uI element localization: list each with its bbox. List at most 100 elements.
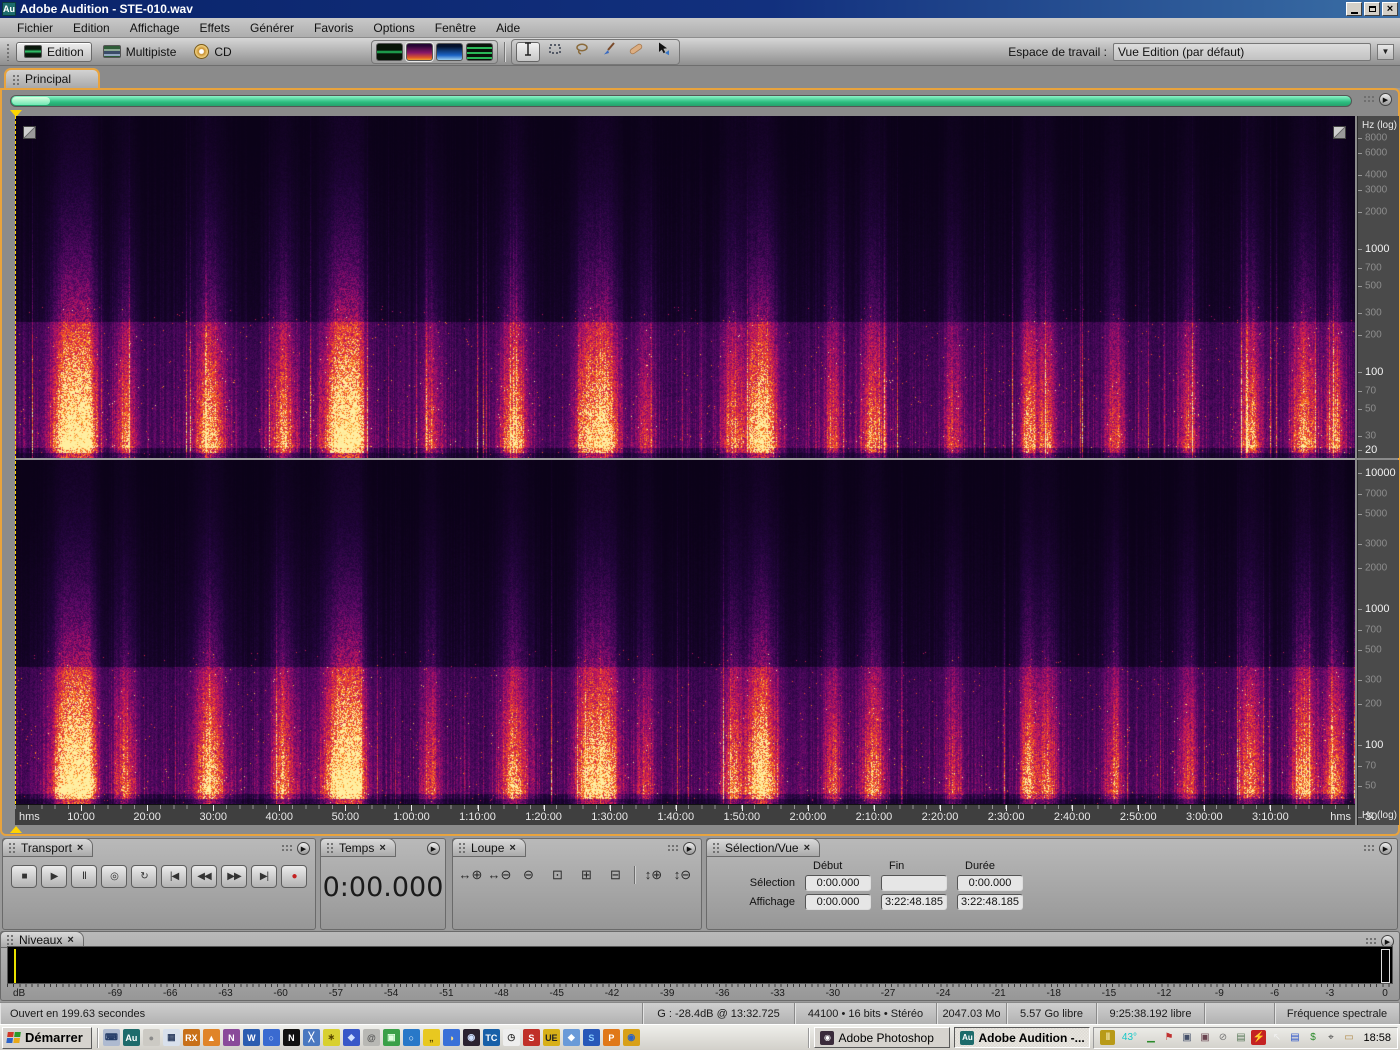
s-wave-shortcut-icon[interactable]: S: [582, 1029, 600, 1046]
currency-monitor-icon[interactable]: $: [1305, 1030, 1320, 1045]
clock-app-shortcut-icon[interactable]: ◷: [502, 1029, 520, 1046]
network-disconnected-2-icon[interactable]: ▣: [1197, 1030, 1212, 1045]
selection-vue-close-icon[interactable]: ×: [804, 842, 810, 854]
green-app-shortcut-icon[interactable]: ▣: [382, 1029, 400, 1046]
start-button[interactable]: Démarrer: [2, 1026, 92, 1049]
messenger-shortcut-icon[interactable]: ◆: [562, 1029, 580, 1046]
menu-options[interactable]: Options: [364, 19, 423, 37]
cursor-tool-icon[interactable]: ↖: [1269, 1030, 1284, 1045]
spectral-phase-view-button[interactable]: [465, 42, 493, 61]
tab-principal[interactable]: Principal: [4, 68, 100, 88]
workspace-dropdown-arrow-icon[interactable]: ▼: [1377, 43, 1394, 60]
audition-shortcut-icon[interactable]: Au: [122, 1029, 140, 1046]
diamond-shortcut-icon[interactable]: ◆: [342, 1029, 360, 1046]
selection-vue-panel-tab[interactable]: Sélection/Vue ×: [706, 838, 821, 857]
menu-affichage[interactable]: Affichage: [121, 19, 189, 37]
word-shortcut-icon[interactable]: W: [242, 1029, 260, 1046]
scanner-icon[interactable]: ▤: [1233, 1030, 1248, 1045]
menu-edition[interactable]: Edition: [64, 19, 119, 37]
spectral-frequency-view-button[interactable]: [404, 41, 434, 62]
level-meter[interactable]: [7, 946, 1393, 984]
temps-menu-button[interactable]: ▶: [427, 842, 440, 855]
spectrogram-right-channel[interactable]: [15, 460, 1355, 804]
mode-button-multipiste[interactable]: Multipiste: [96, 43, 184, 61]
close-button[interactable]: ×: [1382, 2, 1398, 16]
menu-fichier[interactable]: Fichier: [8, 19, 62, 37]
frequency-scale-left-channel[interactable]: 8000 6000 4000 3000 2000 1000 700 500 300 200 100 7…: [1357, 116, 1399, 458]
transport-play-looped-button[interactable]: ↻: [131, 865, 157, 888]
time-ruler[interactable]: hms hms 10:00 20:00 30:00 40:00 50:00 1:00:00 1:…: [15, 804, 1355, 825]
scale-handle-left-icon[interactable]: [23, 126, 36, 139]
zoom-out-full-button[interactable]: ⊖: [515, 864, 542, 886]
zoom-in-horizontal-button[interactable]: ↔⊕: [457, 864, 484, 886]
minimize-button[interactable]: [1346, 2, 1362, 16]
transport-play-button[interactable]: ▶: [41, 865, 67, 888]
menu-effets[interactable]: Effets: [191, 19, 239, 37]
tool-shortcut-icon[interactable]: ╳: [302, 1029, 320, 1046]
spot-healing-brush-tool-button[interactable]: [624, 42, 648, 62]
selection-debut-field[interactable]: 0:00.000: [805, 875, 871, 891]
transport-fast-forward-button[interactable]: ▶▶: [221, 865, 247, 888]
affichage-fin-field[interactable]: 3:22:48.185: [881, 894, 947, 910]
orange-app-shortcut-icon[interactable]: ▲: [202, 1029, 220, 1046]
media-player-shortcut-icon[interactable]: ◉: [622, 1029, 640, 1046]
spectral-display[interactable]: hms hms 10:00 20:00 30:00 40:00 50:00 1:00:00 1:…: [15, 116, 1355, 825]
flag-icon[interactable]: ⚑: [1161, 1030, 1176, 1045]
planet-browser-shortcut-icon[interactable]: ○: [262, 1029, 280, 1046]
time-selection-tool-button[interactable]: [515, 41, 540, 62]
burst-shortcut-icon[interactable]: ∗: [322, 1029, 340, 1046]
spectrogram-left-channel[interactable]: [15, 116, 1355, 458]
keyboard-shortcut-icon[interactable]: ⌨: [102, 1029, 120, 1046]
scrub-tool-button[interactable]: [651, 42, 675, 62]
transport-menu-button[interactable]: ▶: [297, 842, 310, 855]
globe-shortcut-icon[interactable]: ○: [402, 1029, 420, 1046]
loupe-panel-tab[interactable]: Loupe ×: [452, 838, 526, 857]
power-alert-icon[interactable]: ⚡: [1251, 1030, 1267, 1045]
frequency-scale-right-channel[interactable]: 10000 7000 5000 3000 2000 1000 700 500 300 200 100…: [1357, 460, 1399, 825]
menu-favoris[interactable]: Favoris: [305, 19, 362, 37]
playhead-marker-bottom[interactable]: [10, 826, 22, 833]
waveform-view-button[interactable]: [375, 42, 403, 61]
zoom-out-vertical-button[interactable]: ↕⊖: [669, 864, 696, 886]
marquee-selection-tool-button[interactable]: [543, 42, 567, 62]
mode-button-edition[interactable]: Edition: [16, 41, 92, 62]
ue-shortcut-icon[interactable]: UE: [542, 1029, 560, 1046]
calculator-shortcut-icon[interactable]: ▦: [162, 1029, 180, 1046]
affichage-debut-field[interactable]: 0:00.000: [805, 894, 871, 910]
blocked-device-icon[interactable]: ⊘: [1215, 1030, 1230, 1045]
transport-close-icon[interactable]: ×: [77, 842, 83, 854]
onenote-shortcut-icon[interactable]: N: [222, 1029, 240, 1046]
panel-menu-button[interactable]: ▶: [1379, 93, 1392, 106]
ball-shortcut-icon[interactable]: ◑: [442, 1029, 460, 1046]
affichage-duree-field[interactable]: 3:22:48.185: [957, 894, 1023, 910]
selection-vue-menu-button[interactable]: ▶: [1379, 842, 1392, 855]
restore-button[interactable]: [1364, 2, 1380, 16]
photoshop-eye-shortcut-icon[interactable]: ◉: [462, 1029, 480, 1046]
loupe-close-icon[interactable]: ×: [509, 842, 515, 854]
spectral-pan-view-button[interactable]: [435, 42, 463, 61]
netscape-shortcut-icon[interactable]: N: [282, 1029, 300, 1046]
transport-go-to-beginning-button[interactable]: |◀: [161, 865, 187, 888]
at-circle-shortcut-icon[interactable]: @: [362, 1029, 380, 1046]
transport-record-button[interactable]: ●: [281, 865, 307, 888]
mode-button-cd[interactable]: CD: [187, 42, 238, 61]
zoom-selection-left-edge-button[interactable]: ⊞: [573, 864, 600, 886]
mouse-settings-icon[interactable]: ⌖: [1323, 1030, 1338, 1045]
selection-duree-field[interactable]: 0:00.000: [957, 875, 1023, 891]
lasso-selection-tool-button[interactable]: [570, 42, 594, 62]
zoom-out-horizontal-button[interactable]: ↔⊖: [486, 864, 513, 886]
zoom-in-vertical-button[interactable]: ↕⊕: [640, 864, 667, 886]
minimized-strip-icon[interactable]: ▁: [1143, 1030, 1158, 1045]
temps-panel-tab[interactable]: Temps ×: [320, 838, 396, 857]
transport-pause-button[interactable]: Ⅱ: [71, 865, 97, 888]
quote-shortcut-icon[interactable]: „: [422, 1029, 440, 1046]
workspace-select[interactable]: Vue Edition (par défaut): [1113, 42, 1371, 61]
task-adobe-audition[interactable]: Au Adobe Audition -...: [954, 1027, 1091, 1048]
menu-generer[interactable]: Générer: [241, 19, 303, 37]
transport-stop-button[interactable]: ■: [11, 865, 37, 888]
zoom-to-selection-button[interactable]: ⊡: [544, 864, 571, 886]
sbp-shortcut-icon[interactable]: S: [522, 1029, 540, 1046]
temps-close-icon[interactable]: ×: [379, 842, 385, 854]
menu-fenetre[interactable]: Fenêtre: [426, 19, 485, 37]
tc-shortcut-icon[interactable]: TC: [482, 1029, 500, 1046]
